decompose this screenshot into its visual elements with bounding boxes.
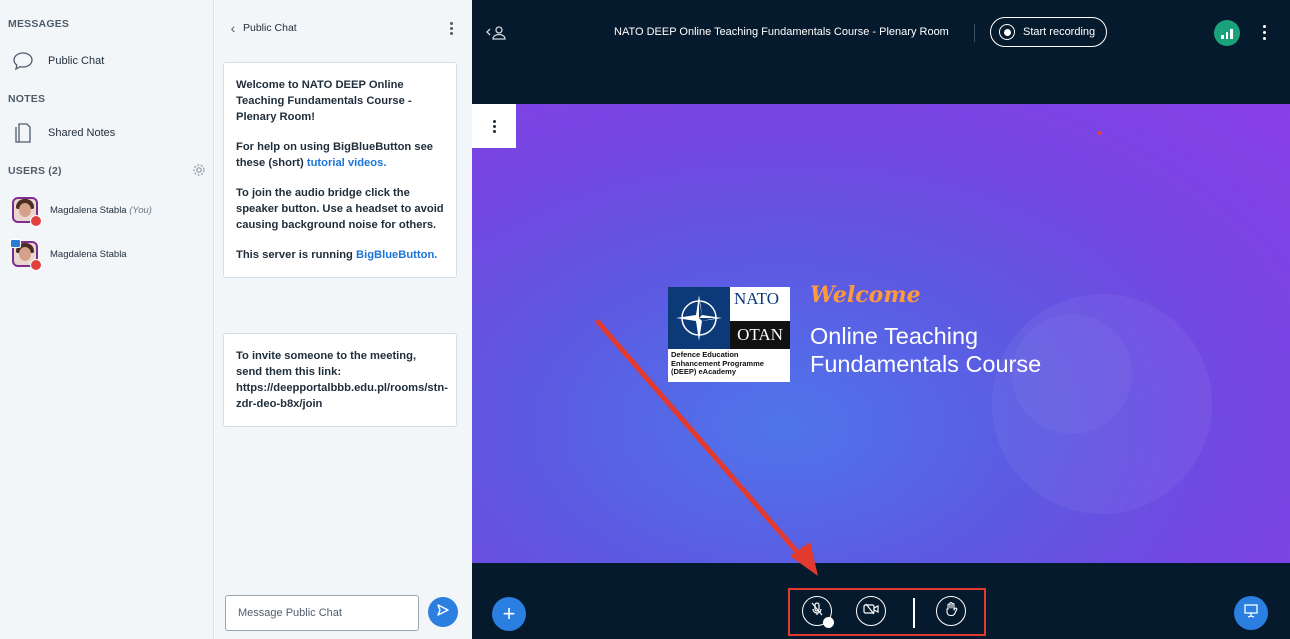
divider bbox=[974, 24, 975, 42]
audio-text: To join the audio bridge click the speak… bbox=[236, 187, 444, 231]
send-icon bbox=[436, 603, 450, 622]
plus-icon: + bbox=[502, 601, 516, 626]
gear-icon[interactable] bbox=[192, 163, 206, 177]
messages-section-title: MESSAGES bbox=[8, 18, 70, 30]
more-vertical-icon[interactable] bbox=[1259, 22, 1269, 42]
user-name: Magdalena Stabla bbox=[50, 248, 127, 260]
chat-title: Public Chat bbox=[243, 22, 297, 34]
chevron-left-icon[interactable]: ‹ bbox=[225, 20, 241, 36]
user-list-panel: MESSAGES Public Chat NOTES Shared Notes … bbox=[0, 0, 214, 639]
welcome-text: Welcome to NATO DEEP Online Teaching Fun… bbox=[236, 79, 412, 123]
presentation-icon bbox=[1243, 603, 1259, 624]
lion-watermark bbox=[992, 294, 1212, 514]
record-icon bbox=[999, 24, 1015, 40]
meeting-title: NATO DEEP Online Teaching Fundamentals C… bbox=[614, 26, 949, 38]
send-button[interactable] bbox=[428, 597, 458, 627]
actions-button[interactable]: + bbox=[492, 597, 526, 631]
user-name: Magdalena Stabla (You) bbox=[50, 204, 152, 216]
cursor-dot bbox=[1098, 131, 1102, 135]
chat-panel: ‹ Public Chat Welcome to NATO DEEP Onlin… bbox=[215, 0, 472, 639]
more-vertical-icon[interactable] bbox=[446, 19, 456, 37]
server-text: This server is running BigBlueButton. bbox=[236, 249, 438, 261]
nato-logo: NATO OTAN Defence Education Enhancement … bbox=[668, 287, 790, 382]
microphone-muted-icon bbox=[30, 215, 42, 227]
chat-header: ‹ Public Chat bbox=[215, 16, 472, 40]
invite-message-card: To invite someone to the meeting, send t… bbox=[223, 333, 457, 427]
annotation-highlight-box bbox=[788, 588, 986, 636]
slide-welcome: Welcome bbox=[810, 282, 921, 308]
slide-course-title: Online Teaching Fundamentals Course bbox=[810, 323, 1042, 377]
avatar bbox=[12, 197, 42, 227]
presentation-button[interactable] bbox=[1234, 596, 1268, 630]
sidebar-item-public-chat[interactable]: Public Chat bbox=[10, 46, 104, 76]
chat-message-input[interactable]: Message Public Chat bbox=[225, 595, 419, 631]
chat-bubble-icon bbox=[10, 48, 36, 74]
sidebar-item-label: Public Chat bbox=[48, 55, 105, 67]
recording-label: Start recording bbox=[1023, 26, 1096, 38]
sidebar-item-label: Shared Notes bbox=[48, 127, 116, 139]
connection-status-icon[interactable] bbox=[1214, 20, 1240, 46]
meeting-area: NATO DEEP Online Teaching Fundamentals C… bbox=[472, 0, 1290, 639]
welcome-message-card: Welcome to NATO DEEP Online Teaching Fun… bbox=[223, 62, 457, 278]
document-icon bbox=[10, 120, 36, 146]
sidebar-item-shared-notes[interactable]: Shared Notes bbox=[10, 118, 115, 148]
user-list-item[interactable]: Magdalena Stabla (You) bbox=[12, 193, 152, 227]
user-list-item[interactable]: Magdalena Stabla bbox=[10, 237, 127, 271]
slide-options-button[interactable] bbox=[472, 104, 516, 148]
microphone-muted-icon bbox=[30, 259, 42, 271]
bigbluebutton-link[interactable]: BigBlueButton. bbox=[356, 249, 437, 261]
notes-section-title: NOTES bbox=[8, 93, 46, 105]
users-section-title: USERS (2) bbox=[8, 165, 62, 177]
presentation-slide: NATO OTAN Defence Education Enhancement … bbox=[472, 104, 1290, 563]
presenter-icon bbox=[10, 239, 21, 248]
invite-text: To invite someone to the meeting, send t… bbox=[236, 350, 448, 410]
tutorial-videos-link[interactable]: tutorial videos. bbox=[307, 157, 387, 169]
start-recording-button[interactable]: Start recording bbox=[990, 17, 1107, 47]
toggle-user-list-button[interactable] bbox=[482, 22, 510, 44]
help-text: For help on using BigBlueButton see thes… bbox=[236, 141, 434, 169]
avatar bbox=[10, 239, 42, 271]
